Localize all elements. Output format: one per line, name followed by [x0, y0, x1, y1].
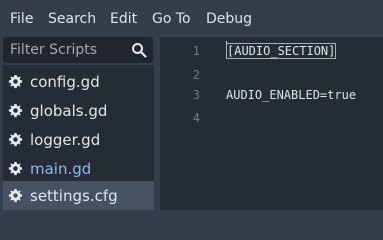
gear-icon [8, 161, 23, 176]
line-number: 4 [192, 111, 200, 125]
menu-search[interactable]: Search [48, 9, 96, 29]
script-item-label: globals.gd [30, 102, 108, 120]
script-editor-window: File Search Edit Go To Debug Filter Scri… [0, 0, 383, 210]
search-icon [132, 43, 147, 58]
line-number: 3 [192, 88, 200, 102]
code-editor[interactable]: 1 2 3 4 [AUDIO_SECTION] AUDIO_ENABLED=tr… [160, 37, 383, 210]
code-line-text: [AUDIO_SECTION] [226, 43, 337, 59]
menu-go-to[interactable]: Go To [152, 9, 191, 29]
script-item-label: logger.gd [30, 131, 101, 149]
script-item-label: settings.cfg [30, 187, 118, 205]
gear-icon [8, 132, 23, 147]
script-item-main[interactable]: main.gd [3, 154, 154, 183]
menu-edit[interactable]: Edit [110, 9, 137, 29]
menu-bar: File Search Edit Go To Debug [0, 0, 383, 35]
gear-icon [8, 74, 23, 89]
gear-icon [8, 103, 23, 118]
menu-file[interactable]: File [10, 9, 33, 29]
script-item-logger[interactable]: logger.gd [3, 125, 154, 154]
script-item-settings[interactable]: settings.cfg [3, 181, 154, 210]
menu-debug[interactable]: Debug [206, 9, 252, 29]
script-item-config[interactable]: config.gd [3, 67, 154, 96]
line-number: 2 [192, 68, 200, 82]
script-list: config.gd globals.gd logger.gd main.gd s… [3, 65, 154, 210]
script-item-label: config.gd [30, 73, 100, 91]
filter-scripts-input[interactable]: Filter Scripts [3, 37, 153, 63]
code-line: AUDIO_ENABLED=true [226, 88, 357, 102]
code-line: [AUDIO_SECTION] [226, 41, 337, 61]
scripts-panel: Filter Scripts config.gd globals.gd logg… [0, 35, 157, 210]
script-item-label: main.gd [30, 160, 92, 178]
gear-icon [8, 188, 23, 203]
filter-scripts-placeholder: Filter Scripts [10, 42, 98, 58]
line-number: 1 [192, 44, 200, 58]
script-item-globals[interactable]: globals.gd [3, 96, 154, 125]
